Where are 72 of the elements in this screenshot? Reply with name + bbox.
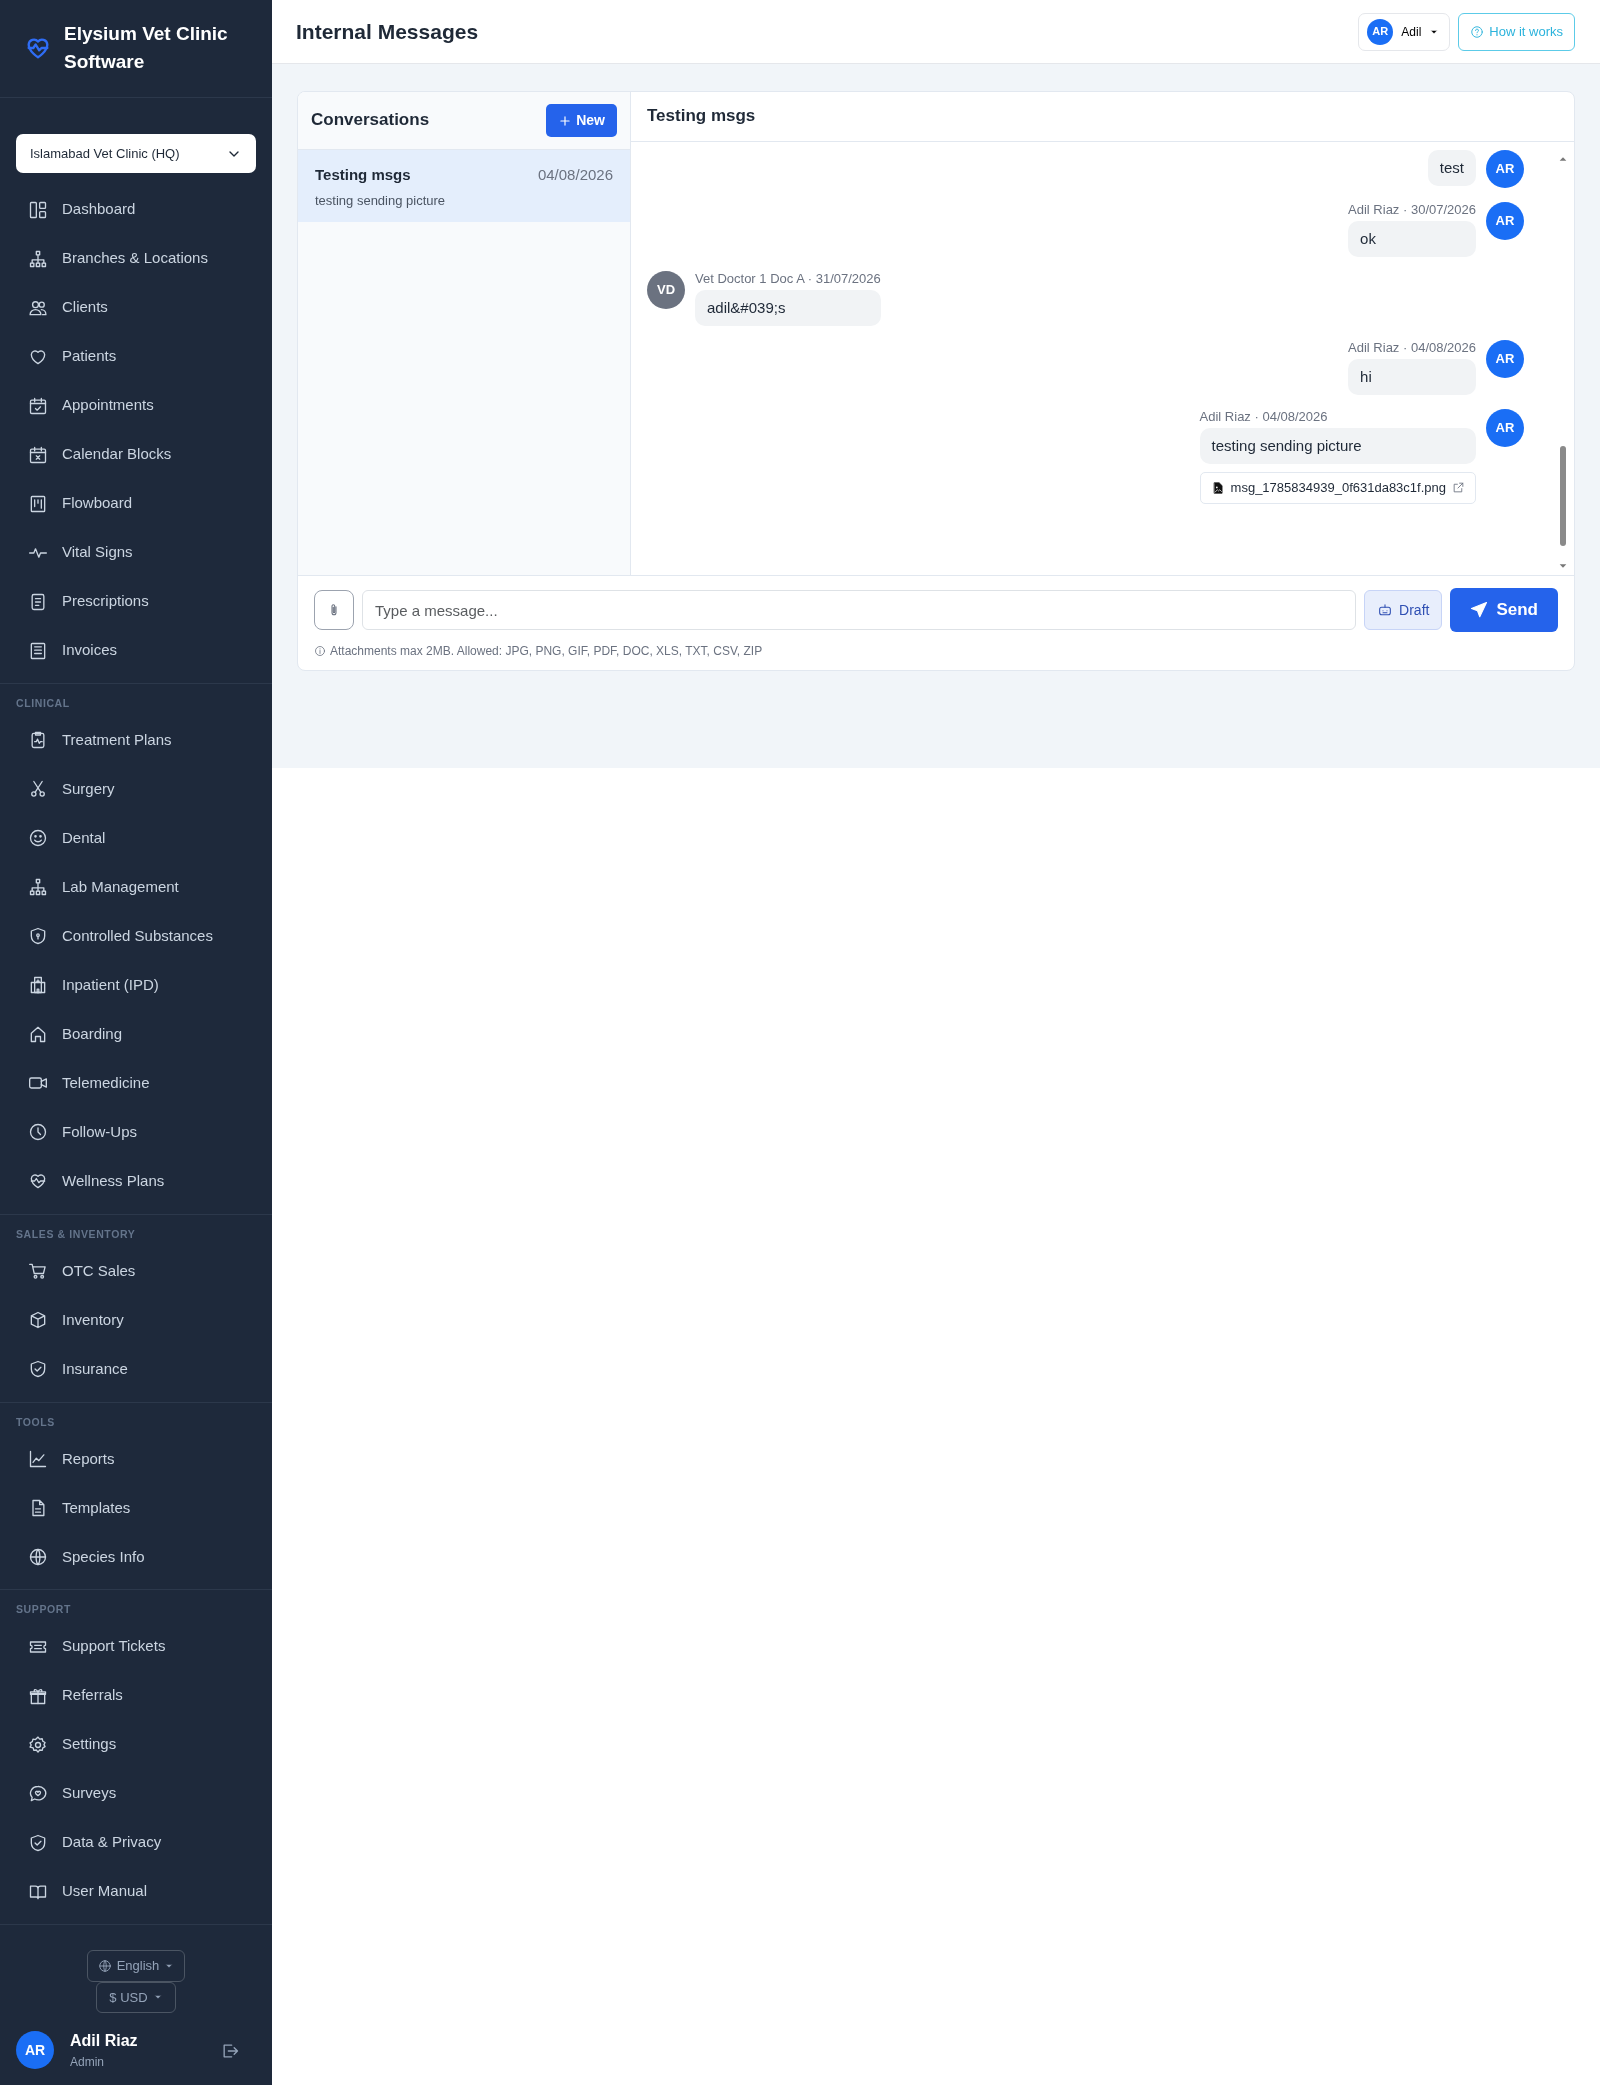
message-bubble: hi (1348, 359, 1476, 395)
chat-title: Testing msgs (647, 106, 756, 127)
attachment-link[interactable]: msg_1785834939_0f631da83c1f.png (1199, 472, 1476, 504)
message-meta: Vet Doctor 1 Doc A · 31/07/2026 (695, 271, 881, 287)
nav-item[interactable]: Inventory (0, 1295, 272, 1345)
nav-item[interactable]: Patients (0, 332, 272, 381)
brand-name: Elysium Vet Clinic Software (64, 21, 229, 74)
avatar: AR (1486, 202, 1524, 240)
nav-item[interactable]: Inpatient (IPD) (0, 960, 272, 1010)
nav-item[interactable]: Follow-Ups (0, 1107, 272, 1157)
nav-item[interactable]: Prescriptions (0, 577, 272, 626)
conversation-title: Testing msgs (315, 165, 411, 185)
nav-item[interactable]: Wellness Plans (0, 1156, 272, 1206)
language-dropdown[interactable]: English (86, 1950, 186, 1982)
message-bubble: testing sending picture (1199, 428, 1476, 464)
message-input[interactable]: Type a message... (362, 590, 1357, 630)
avatar: AR (1486, 150, 1524, 188)
avatar: AR (1367, 18, 1394, 45)
nav-item[interactable]: Treatment Plans (0, 715, 272, 765)
message-bubble: test (1427, 150, 1476, 186)
section-heading: SALES & INVENTORY (15, 1226, 137, 1242)
nav-item[interactable]: Lab Management (0, 862, 272, 912)
conversation-date: 04/08/2026 (537, 165, 613, 185)
page-title: Internal Messages (296, 18, 479, 45)
send-button[interactable]: Send (1450, 588, 1558, 632)
nav-item[interactable]: Referrals (0, 1671, 272, 1720)
message-meta: Adil Riaz · 30/07/2026 (1348, 202, 1476, 218)
nav-item[interactable]: Settings (0, 1720, 272, 1769)
nav-item[interactable]: Dental (0, 813, 272, 863)
section-heading: TOOLS (15, 1414, 56, 1430)
branch-dropdown[interactable]: Islamabad Vet Clinic (HQ) (16, 134, 256, 173)
currency-dropdown[interactable]: $ USD (96, 1981, 176, 2013)
nav-item[interactable]: Data & Privacy (0, 1818, 272, 1867)
nav-item[interactable]: User Manual (0, 1867, 272, 1916)
nav-item[interactable]: Support Tickets (0, 1622, 272, 1671)
nav-item[interactable]: Reports (0, 1434, 272, 1484)
nav-item[interactable]: Boarding (0, 1009, 272, 1059)
section-heading: SUPPORT (15, 1602, 72, 1618)
panel-title: Conversations (311, 110, 430, 131)
user-name: Adil Riaz (70, 2031, 138, 2051)
nav-item[interactable]: Vital Signs (0, 528, 272, 577)
nav-item[interactable]: Clients (0, 283, 272, 332)
user-menu[interactable]: AR Adil (1358, 12, 1451, 51)
nav-item[interactable]: Flowboard (0, 479, 272, 528)
message-meta: Adil Riaz · 04/08/2026 (1199, 409, 1329, 425)
nav-item[interactable]: OTC Sales (0, 1246, 272, 1296)
draft-button[interactable]: Draft (1364, 590, 1443, 630)
nav-item[interactable]: Telemedicine (0, 1058, 272, 1108)
nav-item[interactable]: Species Info (0, 1532, 272, 1582)
message-bubble: adil&#039;s (695, 290, 881, 326)
avatar: AR (1486, 340, 1524, 378)
conversation-item[interactable]: Testing msgs 04/08/2026 testing sending picture (298, 150, 630, 222)
nav-item[interactable]: Surgery (0, 764, 272, 814)
attachment-note: Attachments max 2MB. Allowed: JPG, PNG, GIF, PDF, DOC, XLS, TXT, CSV, ZIP (330, 643, 763, 660)
user-role: Admin (70, 2054, 105, 2071)
avatar: AR (1486, 409, 1524, 447)
nav-item[interactable]: Dashboard (0, 185, 272, 234)
new-button[interactable]: New (546, 104, 617, 137)
nav-item[interactable]: Surveys (0, 1769, 272, 1818)
message-meta: Adil Riaz · 04/08/2026 (1348, 340, 1476, 356)
conversation-preview: testing sending picture (315, 191, 447, 210)
avatar: VD (647, 271, 685, 309)
nav-item[interactable]: Appointments (0, 381, 272, 430)
nav-item[interactable]: Templates (0, 1483, 272, 1533)
section-heading: CLINICAL (15, 696, 71, 711)
nav-item[interactable]: Branches & Locations (0, 234, 272, 283)
nav-item[interactable]: Insurance (0, 1344, 272, 1394)
avatar: AR (16, 2031, 54, 2069)
nav-item[interactable]: Invoices (0, 626, 272, 675)
nav-item[interactable]: Controlled Substances (0, 911, 272, 961)
message-bubble: ok (1348, 221, 1476, 257)
nav-item[interactable]: Calendar Blocks (0, 430, 272, 479)
